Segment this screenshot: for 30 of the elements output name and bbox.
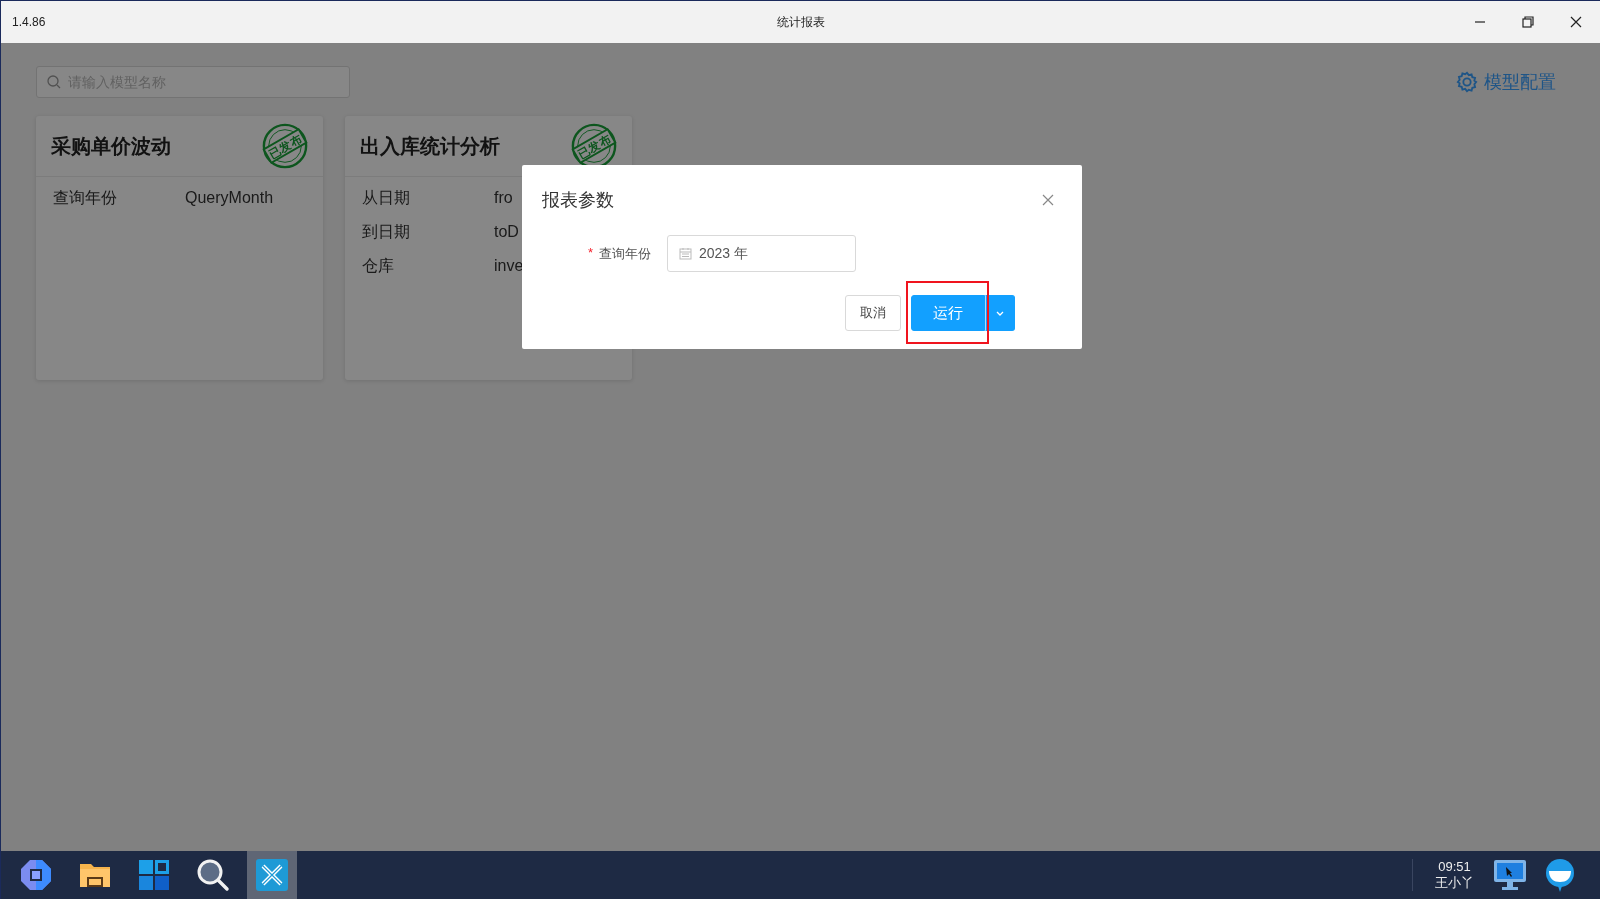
- dropdown-button[interactable]: [985, 295, 1015, 331]
- param-label: 仓库: [362, 255, 395, 276]
- param-label: 查询年份: [53, 187, 118, 208]
- run-button[interactable]: 运行: [911, 295, 985, 331]
- card-title: 出入库统计分析: [360, 133, 500, 159]
- report-card[interactable]: 采购单价波动 已发布 查询年份 QueryMonth: [36, 116, 323, 380]
- param-name: fro: [494, 189, 513, 207]
- window-title: 统计报表: [776, 13, 825, 31]
- dialog-title: 报表参数: [542, 189, 614, 212]
- close-icon: [1570, 16, 1582, 28]
- cancel-button[interactable]: 取消: [845, 295, 901, 331]
- close-icon: [1042, 194, 1054, 206]
- restore-icon: [1522, 16, 1534, 28]
- required-mark: *: [587, 244, 593, 262]
- field-value: 2023 年: [699, 244, 749, 263]
- param-name: toD: [494, 223, 519, 241]
- param-label: 到日期: [362, 221, 411, 242]
- user-name: 王小丫: [1435, 875, 1474, 891]
- calendar-icon: [679, 247, 692, 260]
- year-picker-field[interactable]: 2023 年: [667, 235, 856, 272]
- param-label: 从日期: [362, 187, 411, 208]
- app-version: 1.4.86: [11, 15, 46, 29]
- card-title: 采购单价波动: [51, 133, 171, 159]
- clock-time: 09:51: [1438, 859, 1471, 875]
- search-icon: [47, 75, 61, 89]
- monitor-icon[interactable]: [1492, 857, 1528, 893]
- param-name: QueryMonth: [185, 189, 274, 207]
- gear-icon: [1456, 71, 1478, 93]
- published-stamp: 已发布: [261, 122, 309, 170]
- param-name: inve: [494, 257, 524, 275]
